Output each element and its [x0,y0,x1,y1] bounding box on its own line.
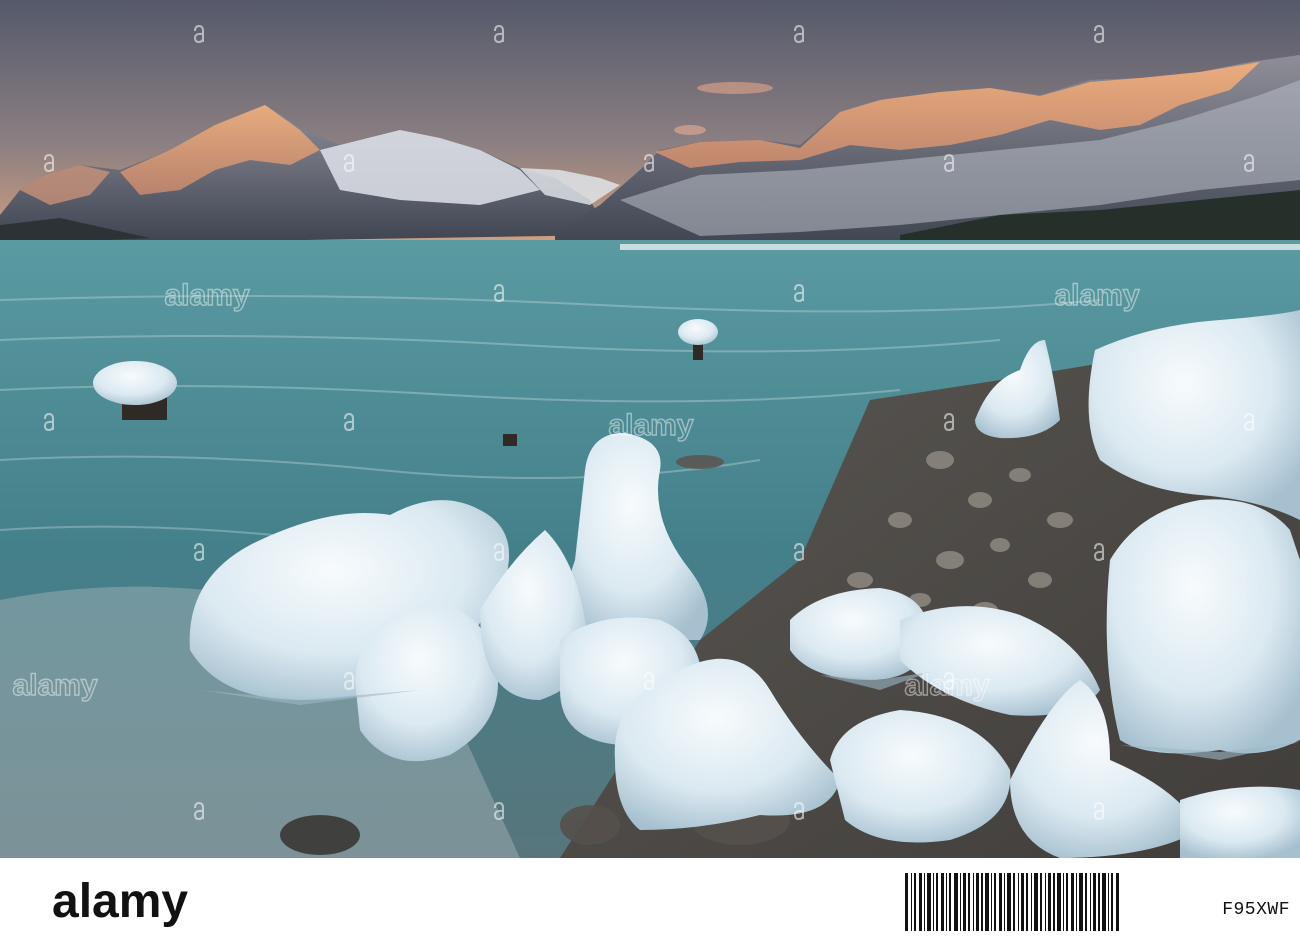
alamy-wordmark: alamy [904,668,991,702]
alamy-a-icon [1093,543,1104,561]
alamy-wordmark: alamy [164,278,251,312]
alamy-a-icon [1093,25,1104,43]
alamy-a-icon [1093,802,1104,820]
svg-text:alamy: alamy [608,409,693,442]
alamy-a-icon [793,543,804,561]
alamy-a-icon [493,543,504,561]
alamy-a-icon [193,25,204,43]
alamy-wordmark: alamy [1054,278,1141,312]
svg-text:alamy: alamy [904,669,989,702]
image-id-label: F95XWF [1222,900,1290,920]
landscape-photo: alamy alamy alamy alamy alamy [0,0,1300,858]
alamy-a-icon [943,413,954,431]
alamy-a-icon [343,154,354,172]
alamy-a-icon [643,672,654,690]
alamy-a-icon [1243,413,1254,431]
alamy-a-icon [493,802,504,820]
submerged-stump [503,434,517,446]
alamy-a-icon [643,154,654,172]
alamy-a-icon [943,154,954,172]
svg-text:alamy: alamy [164,279,249,312]
alamy-a-icon [793,802,804,820]
alamy-a-icon [193,543,204,561]
pink-cloud [697,82,773,94]
alamy-a-icon [793,25,804,43]
alamy-a-icon [793,284,804,302]
alamy-a-icon [193,802,204,820]
alamy-a-icon [43,154,54,172]
barcode [905,873,1119,931]
alamy-a-icon [493,284,504,302]
alamy-wordmark: alamy [12,668,99,702]
alamy-wordmark: alamy [608,408,695,442]
alamy-a-icon [43,413,54,431]
pink-cloud [674,125,706,135]
alamy-a-icon [343,672,354,690]
svg-text:alamy: alamy [12,669,97,702]
alamy-logo: alamy [52,875,188,928]
far-shoreline-snow [620,244,1300,250]
alamy-a-icon [343,413,354,431]
alamy-a-icon [493,25,504,43]
alamy-a-icon [1243,154,1254,172]
brand-text: alamy [52,875,188,928]
svg-text:alamy: alamy [1054,279,1139,312]
